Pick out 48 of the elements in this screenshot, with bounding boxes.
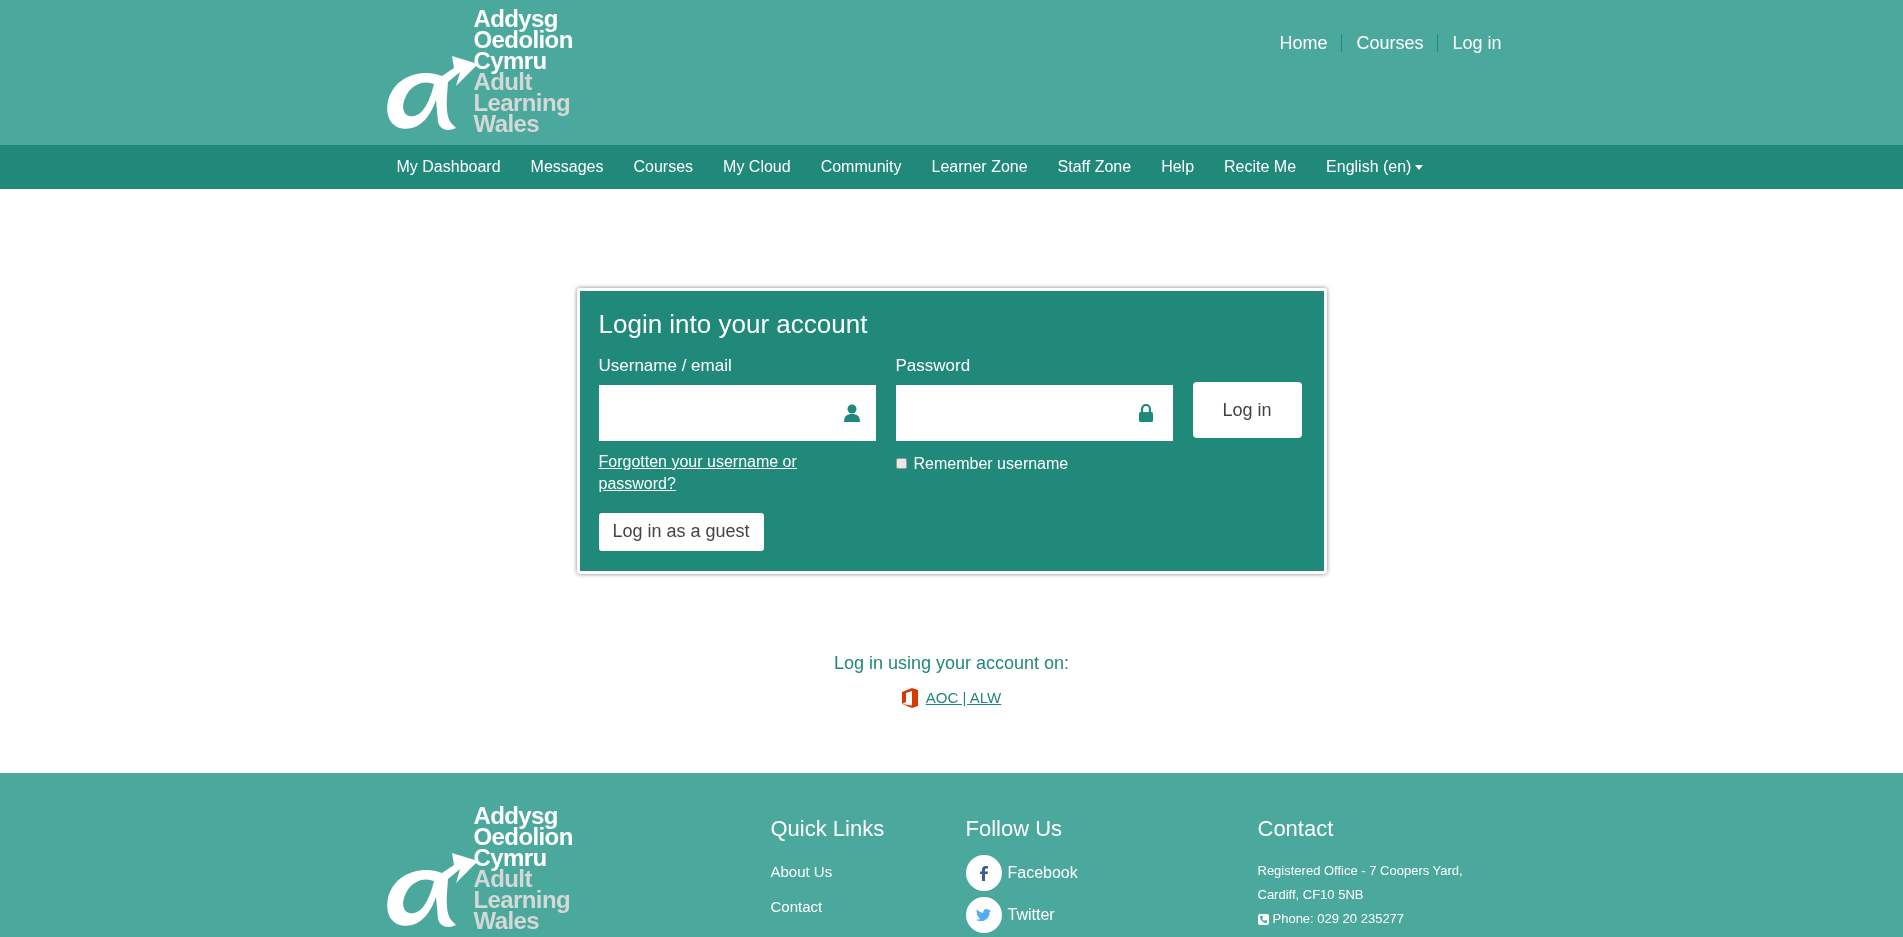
logo-text: Oedolion (473, 826, 573, 847)
remember-checkbox[interactable] (895, 458, 907, 469)
login-title: Login into your account (598, 308, 869, 341)
footer-heading: Quick Links (770, 815, 886, 843)
top-link[interactable]: Home (1279, 29, 1328, 57)
nav-link[interactable]: Messages (530, 155, 604, 179)
remember-label: Remember username (913, 453, 1069, 474)
nav-link[interactable]: Help (1161, 155, 1195, 179)
field-label: Username / email (598, 355, 733, 377)
footer-link[interactable]: About Us (770, 861, 966, 884)
logo-text: Oedolion (473, 29, 573, 50)
login-button[interactable]: Log in (1192, 382, 1302, 438)
language-dropdown[interactable]: English (en) (1326, 155, 1424, 179)
nav-link[interactable]: Recite Me (1224, 155, 1297, 179)
top-link[interactable]: Log in (1452, 29, 1502, 57)
address-line: Registered Office - 7 Coopers Yard, (1257, 862, 1463, 880)
username-field[interactable] (598, 384, 876, 441)
nav-link[interactable]: Community (820, 155, 902, 179)
nav-link[interactable]: Learner Zone (931, 155, 1028, 179)
footer-heading: Follow Us (965, 815, 1064, 843)
address-line: Cardiff, CF10 5NB (1257, 886, 1365, 904)
footer-heading: Contact (1257, 815, 1335, 843)
office-icon (901, 687, 918, 708)
top-link[interactable]: Courses (1356, 29, 1424, 57)
logo-text: Adult (473, 71, 533, 92)
phone-number: Phone: 029 20 235277 (1272, 910, 1405, 928)
guest-login-button[interactable]: Log in as a guest (598, 512, 764, 551)
social-link[interactable]: Facebook (965, 855, 1258, 891)
sso-prompt: Log in using your account on: (833, 651, 1070, 675)
footer-link[interactable]: Contact (770, 895, 966, 918)
twitter-icon (965, 897, 1002, 933)
lock-icon (1138, 403, 1153, 422)
social-link[interactable]: Twitter (965, 897, 1258, 933)
sso-provider-link[interactable]: AOC | ALW (925, 686, 1002, 709)
field-label: Password (895, 355, 972, 377)
nav-link[interactable]: Staff Zone (1057, 155, 1132, 179)
logo-text: Wales (473, 910, 539, 931)
phone-icon (1257, 913, 1269, 925)
nav-link[interactable]: My Dashboard (396, 155, 501, 179)
nav-link[interactable]: Courses (633, 155, 694, 179)
forgot-password-link[interactable]: Forgotten your username or password? (598, 450, 876, 495)
logo-text: Wales (473, 113, 539, 134)
facebook-icon (965, 855, 1002, 891)
caret-icon (1415, 164, 1424, 170)
user-icon (843, 403, 860, 422)
password-field[interactable] (895, 384, 1173, 441)
logo-text: Adult (473, 868, 533, 889)
nav-link[interactable]: My Cloud (723, 155, 791, 179)
